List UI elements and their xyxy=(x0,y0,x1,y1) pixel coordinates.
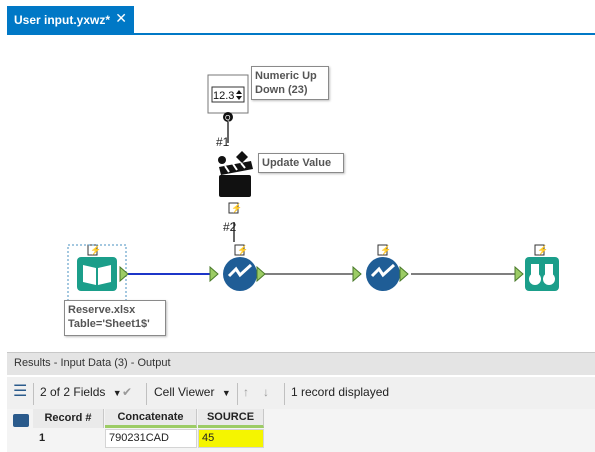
chevron-down-icon: ▼ xyxy=(221,388,231,398)
column-header-concatenate[interactable]: Concatenate xyxy=(105,409,197,428)
tab-bar: User input.yxwz* ✕ xyxy=(0,0,595,35)
clapperboard-icon[interactable] xyxy=(219,161,253,197)
row-number: 1 xyxy=(39,432,46,444)
row-selector-icon[interactable] xyxy=(13,414,29,427)
annotation-input: Reserve.xlsx Table='Sheet1$' xyxy=(64,300,166,336)
svg-text:⚡: ⚡ xyxy=(537,244,548,256)
cell-viewer-dropdown[interactable]: Cell Viewer ▼ xyxy=(154,385,231,399)
formula-tool-2[interactable] xyxy=(366,257,400,291)
divider xyxy=(33,383,34,405)
results-grid: Record # Concatenate SOURCE 1 790231CAD … xyxy=(7,409,595,452)
action-diamond-icon xyxy=(236,151,248,163)
check-icon[interactable]: ✔ xyxy=(122,385,132,399)
binoculars-icon[interactable] xyxy=(525,257,559,291)
annotation-numeric: Numeric Up Down (23) xyxy=(251,66,329,100)
list-icon[interactable]: ☰ xyxy=(13,384,27,400)
annotation-update: Update Value xyxy=(258,153,344,173)
output-anchor-icon xyxy=(119,265,129,283)
tab-title: User input.yxwz* xyxy=(14,13,111,27)
svg-text:12.3: 12.3 xyxy=(213,90,234,102)
cell-concatenate[interactable]: 790231CAD xyxy=(105,429,197,448)
results-header: Results - Input Data (3) - Output xyxy=(7,352,595,375)
svg-text:Q: Q xyxy=(225,115,231,122)
connection-label-2: #2 xyxy=(223,220,237,234)
results-title: Results - Input Data (3) - Output xyxy=(14,357,171,369)
chevron-down-icon: ▼ xyxy=(112,388,122,398)
results-toolbar: ☰ 2 of 2 Fields ▼ ✔ Cell Viewer ▼ ↑ ↓ 1 … xyxy=(7,377,595,409)
close-icon[interactable]: ✕ xyxy=(115,10,127,27)
svg-text:⚡: ⚡ xyxy=(380,244,391,256)
question-input-icon xyxy=(218,156,226,164)
divider xyxy=(146,383,147,405)
workflow-canvas[interactable]: 12.3 Q ⚡ ⚡ ⚡ ⚡ ⚡ Numeric Up Down (23) Up… xyxy=(7,35,595,348)
fields-label: 2 of 2 Fields xyxy=(40,385,106,399)
fields-dropdown[interactable]: 2 of 2 Fields ▼ xyxy=(40,385,122,399)
tab-workflow[interactable]: User input.yxwz* ✕ xyxy=(7,6,134,34)
lightning-icons: ⚡ ⚡ ⚡ ⚡ ⚡ xyxy=(87,202,548,256)
column-header-record[interactable]: Record # xyxy=(33,409,104,428)
svg-text:⚡: ⚡ xyxy=(237,244,248,256)
connection-label-1: #1 xyxy=(216,135,230,149)
arrow-down-icon[interactable]: ↓ xyxy=(263,385,269,399)
divider xyxy=(237,383,238,405)
formula-tool-1[interactable] xyxy=(223,257,257,291)
record-count: 1 record displayed xyxy=(291,385,390,399)
arrow-up-icon[interactable]: ↑ xyxy=(243,385,249,399)
column-header-source[interactable]: SOURCE xyxy=(198,409,264,428)
svg-text:⚡: ⚡ xyxy=(90,244,101,256)
cell-viewer-label: Cell Viewer xyxy=(154,385,215,399)
cell-source[interactable]: 45 xyxy=(198,429,264,448)
input-data-tool[interactable] xyxy=(77,257,117,291)
svg-text:⚡: ⚡ xyxy=(231,202,242,214)
divider xyxy=(284,383,285,405)
numeric-updown-tool[interactable]: 12.3 xyxy=(207,74,249,114)
